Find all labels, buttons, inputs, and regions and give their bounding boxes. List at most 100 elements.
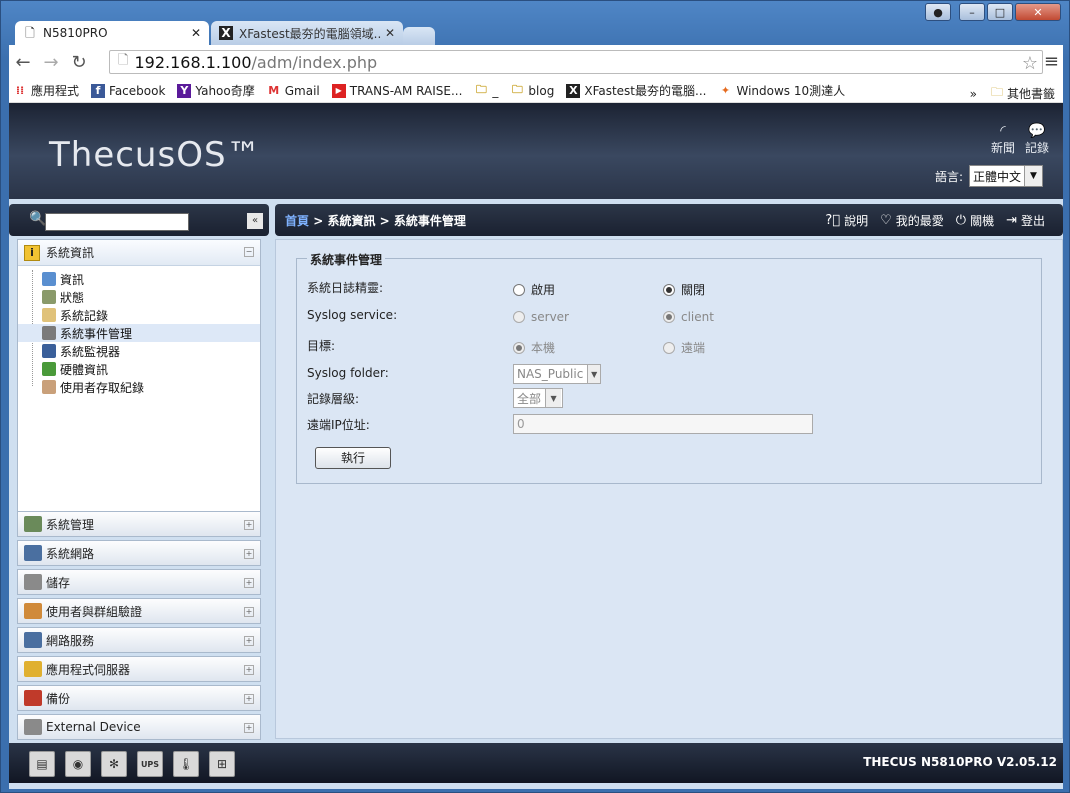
- question-icon: ?⃝: [825, 213, 841, 228]
- sidebar-item-app-server[interactable]: 應用程式伺服器 +: [17, 656, 261, 682]
- minimize-icon[interactable]: –: [959, 3, 985, 21]
- syslog-folder-select[interactable]: NAS_Public ▼: [513, 364, 601, 384]
- tab-xfastest[interactable]: X XFastest最夯的電腦領域... ✕: [211, 21, 403, 45]
- expand-plus-icon[interactable]: +: [244, 636, 254, 646]
- power-icon: ⏻: [955, 213, 967, 228]
- radio-checked-icon: [663, 311, 675, 323]
- reload-icon[interactable]: ↻: [65, 52, 93, 73]
- network-status-icon[interactable]: ⊞: [209, 751, 235, 777]
- sidebar-item-storage[interactable]: 儲存 +: [17, 569, 261, 595]
- sidebar-system-info: i 系統資訊 − 資訊 狀態 系統記錄 系統事件管理 系統監視器 硬體資訊 使用…: [17, 239, 261, 515]
- expand-plus-icon[interactable]: +: [244, 665, 254, 675]
- favorites-button[interactable]: ♡ 我的最愛: [880, 212, 944, 229]
- xfastest-icon: X: [566, 83, 581, 98]
- chevron-down-icon: ▼: [1024, 166, 1042, 186]
- expand-plus-icon[interactable]: +: [244, 549, 254, 559]
- log-button[interactable]: 💬 記錄: [1025, 123, 1049, 156]
- other-bookmarks[interactable]: 其他書籤: [1007, 85, 1055, 102]
- sidebar-item-network[interactable]: 系統網路 +: [17, 540, 261, 566]
- back-icon[interactable]: ←: [9, 52, 37, 73]
- sidebar-item-system-monitor[interactable]: 系統監視器: [18, 342, 260, 360]
- tab-title: XFastest最夯的電腦領域...: [239, 26, 381, 41]
- forward-icon[interactable]: →: [37, 52, 65, 73]
- new-tab-button[interactable]: [403, 27, 435, 45]
- collapse-icon[interactable]: «: [247, 213, 263, 229]
- bookmark-windows10[interactable]: ✦ Windows 10測達人: [718, 82, 845, 99]
- service-server-radio[interactable]: server: [513, 310, 569, 324]
- user-icon[interactable]: ●: [925, 3, 951, 21]
- bookmark-gmail[interactable]: M Gmail: [267, 84, 320, 98]
- daemon-off-radio[interactable]: 關閉: [663, 281, 705, 298]
- folder-label: Syslog folder:: [307, 366, 389, 380]
- close-window-icon[interactable]: ✕: [1015, 3, 1061, 21]
- nas-admin-app: ThecusOS™ ◜ 新聞 💬 記錄 語言: 正體中文 ▼ 🔍 « 首頁 > 系統資…: [9, 103, 1063, 789]
- logout-button[interactable]: ⇥ 登出: [1006, 212, 1045, 229]
- backup-icon: [24, 690, 42, 706]
- expand-plus-icon[interactable]: +: [244, 578, 254, 588]
- sidebar-item-system-management[interactable]: 系統管理 +: [17, 511, 261, 537]
- expand-plus-icon[interactable]: +: [244, 607, 254, 617]
- fan-icon[interactable]: ✻: [101, 751, 127, 777]
- bookmarks-bar: ⁞⁞ 應用程式 f Facebook Y Yahoo奇摩 M Gmail ▶ TRANS-…: [9, 79, 1063, 103]
- tab-n5810pro[interactable]: 🗋 N5810PRO ✕: [15, 21, 209, 45]
- log-level-select[interactable]: 全部 ▼: [513, 388, 563, 408]
- sidebar-item-syslog[interactable]: 系統記錄: [18, 306, 260, 324]
- heart-icon: ♡: [880, 213, 892, 228]
- sidebar-section-header[interactable]: i 系統資訊 −: [18, 240, 260, 266]
- bookmark-facebook[interactable]: f Facebook: [91, 83, 165, 98]
- bookmark-apps[interactable]: ⁞⁞ 應用程式: [13, 82, 79, 99]
- overflow-chevron-icon[interactable]: »: [970, 87, 977, 101]
- sidebar-item-hardware-info[interactable]: 硬體資訊: [18, 360, 260, 378]
- shutdown-button[interactable]: ⏻ 關機: [956, 212, 994, 229]
- sidebar-item-user-group[interactable]: 使用者與群組驗證 +: [17, 598, 261, 624]
- service-client-radio[interactable]: client: [663, 310, 714, 324]
- tab-close-icon[interactable]: ✕: [385, 26, 395, 40]
- disk-status-icon[interactable]: ▤: [29, 751, 55, 777]
- bookmark-xfastest[interactable]: X XFastest最夯的電腦...: [566, 82, 706, 99]
- daemon-label: 系統日誌精靈:: [307, 281, 384, 295]
- target-local-radio[interactable]: 本機: [513, 339, 555, 356]
- sidebar-item-info[interactable]: 資訊: [18, 270, 260, 288]
- ups-icon[interactable]: UPS: [137, 751, 163, 777]
- help-button[interactable]: ?⃝ 說明: [825, 212, 868, 229]
- expand-plus-icon[interactable]: +: [244, 694, 254, 704]
- sidebar-item-network-service[interactable]: 網路服務 +: [17, 627, 261, 653]
- star-icon[interactable]: ☆: [1022, 53, 1038, 74]
- search-bar: 🔍 «: [9, 204, 269, 236]
- expand-plus-icon[interactable]: +: [244, 723, 254, 733]
- main-content: 系統事件管理 系統日誌精靈: 啟用 關閉 Syslog service: ser…: [275, 239, 1063, 739]
- sidebar-item-access-log[interactable]: 使用者存取紀錄: [18, 378, 260, 396]
- bookmark-folder-blog[interactable]: 🗀 blog: [510, 83, 554, 98]
- language-select[interactable]: 正體中文 ▼: [968, 165, 1043, 187]
- collapse-minus-icon[interactable]: −: [244, 247, 254, 257]
- menu-icon[interactable]: ≡: [1044, 51, 1059, 72]
- expand-plus-icon[interactable]: +: [244, 520, 254, 530]
- page-icon: 🗋: [118, 53, 129, 68]
- sidebar-item-event-management[interactable]: 系統事件管理: [18, 324, 260, 342]
- breadcrumb-section[interactable]: 系統資訊: [327, 214, 375, 228]
- bookmark-trans-am[interactable]: ▶ TRANS-AM RAISE...: [331, 83, 462, 98]
- access-log-icon: [42, 380, 56, 394]
- breadcrumb-home[interactable]: 首頁: [285, 214, 309, 228]
- breadcrumb-bar: 首頁 > 系統資訊 > 系統事件管理 ?⃝ 說明 ♡ 我的最愛 ⏻ 關機 ⇥ 登出: [275, 204, 1063, 236]
- sidebar-item-external-device[interactable]: External Device +: [17, 714, 261, 740]
- sidebar-item-status[interactable]: 狀態: [18, 288, 260, 306]
- hdd-icon[interactable]: ◉: [65, 751, 91, 777]
- tab-close-icon[interactable]: ✕: [191, 26, 201, 40]
- news-button[interactable]: ◜ 新聞: [991, 123, 1015, 156]
- target-remote-radio[interactable]: 遠端: [663, 339, 705, 356]
- level-label: 記錄層級:: [307, 392, 360, 406]
- search-input[interactable]: [45, 213, 189, 231]
- bookmark-folder-underscore[interactable]: 🗀 _: [474, 83, 499, 98]
- logout-icon: ⇥: [1006, 213, 1017, 228]
- daemon-on-radio[interactable]: 啟用: [513, 281, 555, 298]
- bookmark-yahoo[interactable]: Y Yahoo奇摩: [177, 82, 255, 99]
- address-bar[interactable]: 🗋 192.168.1.100/adm/index.php ☆: [109, 50, 1043, 74]
- apply-button[interactable]: 執行: [315, 447, 391, 469]
- facebook-icon: f: [91, 83, 106, 98]
- form-legend: 系統事件管理: [307, 251, 386, 268]
- maximize-icon[interactable]: □: [987, 3, 1013, 21]
- temperature-icon[interactable]: 🌡: [173, 751, 199, 777]
- remote-ip-input[interactable]: 0: [513, 414, 813, 434]
- sidebar-item-backup[interactable]: 備份 +: [17, 685, 261, 711]
